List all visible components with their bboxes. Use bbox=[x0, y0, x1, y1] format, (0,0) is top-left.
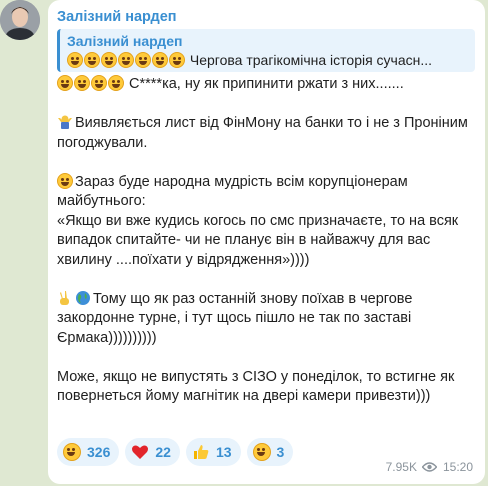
message-meta: 7.95K 15:20 bbox=[386, 460, 473, 474]
exploding-head-icon bbox=[118, 52, 134, 68]
exploding-head-icon bbox=[152, 52, 168, 68]
rolling-laugh-icon bbox=[67, 52, 83, 68]
red-heart-icon bbox=[132, 445, 149, 459]
reply-emoji-row bbox=[67, 52, 186, 68]
reaction-count: 326 bbox=[87, 444, 111, 460]
message-paragraph-2: Виявляється лист від ФінМону на банки то… bbox=[57, 114, 477, 153]
message-paragraph-4: Тому що як раз останній знову поїхав в ч… bbox=[57, 290, 477, 349]
rolling-laugh-icon bbox=[108, 75, 124, 91]
rolling-laugh-icon bbox=[84, 52, 100, 68]
person-avatar-icon bbox=[0, 0, 40, 40]
reactions-bar: 326 22 13 3 bbox=[57, 438, 294, 466]
message-text: С****ка, ну як припинити ржати з них....… bbox=[57, 75, 477, 407]
reaction-count: 3 bbox=[276, 444, 285, 460]
rolling-laugh-icon bbox=[101, 52, 117, 68]
exploding-head-icon bbox=[252, 443, 271, 461]
sender-name[interactable]: Залізний нардеп bbox=[57, 9, 177, 25]
reply-quote[interactable]: Залізний нардеп Чергова трагікомічна іст… bbox=[57, 29, 475, 72]
message-bubble: Залізний нардеп Залізний нардеп Чергова … bbox=[48, 0, 485, 484]
channel-avatar[interactable] bbox=[0, 0, 40, 40]
person-shrugging-icon bbox=[58, 115, 72, 129]
reaction-exploding-head[interactable]: 3 bbox=[246, 438, 294, 466]
globe-icon bbox=[76, 290, 90, 305]
paragraph-2-text: Виявляється лист від ФінМону на банки то… bbox=[57, 115, 472, 151]
exploding-head-icon bbox=[169, 52, 185, 68]
message-line-1: С****ка, ну як припинити ржати з них....… bbox=[57, 75, 477, 95]
smiling-face-icon bbox=[57, 172, 73, 189]
rolling-laugh-icon bbox=[63, 443, 81, 461]
paragraph-3-text: Зараз буде народна мудрість всім корупці… bbox=[57, 173, 459, 268]
message-paragraph-5: Може, якщо не випустять з СІЗО у понеділ… bbox=[57, 368, 459, 405]
victory-hand-icon bbox=[60, 290, 69, 305]
line1-emoji-row bbox=[57, 75, 125, 91]
rolling-laugh-icon bbox=[91, 75, 107, 91]
line1-text: С****ка, ну як припинити ржати з них....… bbox=[129, 76, 404, 92]
reply-text-line: Чергова трагікомічна історія сучасн... bbox=[67, 51, 475, 70]
thumbs-up-icon bbox=[193, 445, 209, 459]
reply-author: Залізний нардеп bbox=[67, 33, 183, 49]
exploding-head-icon bbox=[135, 52, 151, 68]
view-count: 7.95K bbox=[385, 460, 417, 474]
reaction-heart[interactable]: 22 bbox=[125, 438, 180, 466]
reply-text: Чергова трагікомічна історія сучасн... bbox=[189, 52, 433, 68]
reaction-count: 13 bbox=[215, 444, 232, 460]
rolling-laugh-icon bbox=[57, 75, 73, 91]
rolling-laugh-icon bbox=[74, 75, 90, 91]
reaction-thumbs-up[interactable]: 13 bbox=[185, 438, 241, 466]
message-paragraph-3: Зараз буде народна мудрість всім корупці… bbox=[57, 172, 477, 271]
reaction-count: 22 bbox=[155, 444, 171, 460]
paragraph-4-text: Тому що як раз останній знову поїхав в ч… bbox=[57, 290, 417, 346]
reaction-rolling-laugh[interactable]: 326 bbox=[57, 438, 120, 466]
eye-icon bbox=[421, 462, 437, 472]
message-time: 15:20 bbox=[442, 460, 473, 474]
